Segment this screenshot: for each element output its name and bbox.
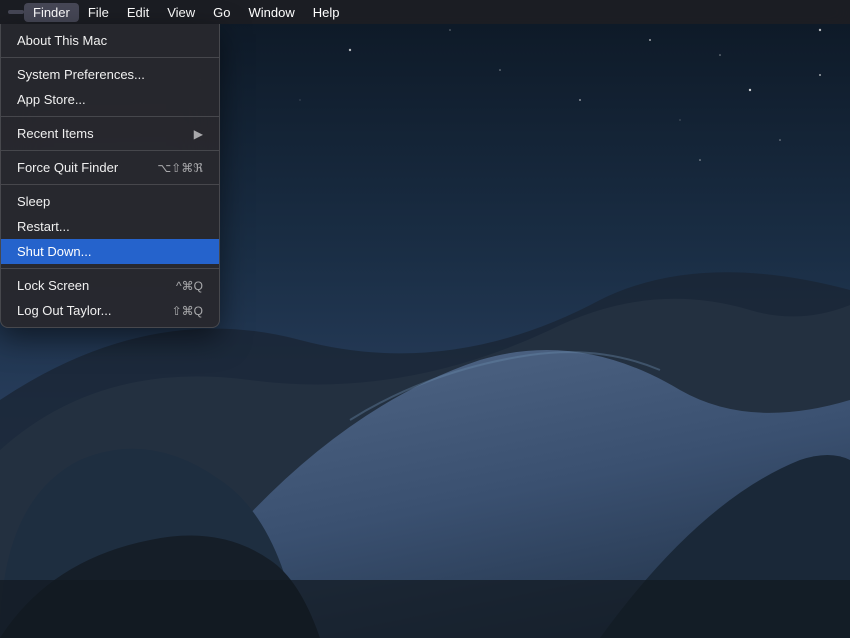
logout-label: Log Out Taylor...	[17, 303, 156, 318]
menubar-finder[interactable]: Finder	[24, 3, 79, 22]
menu-separator-5	[1, 268, 219, 269]
menubar-file[interactable]: File	[79, 3, 118, 22]
menubar: Finder File Edit View Go Window Help	[0, 0, 850, 24]
menu-item-system-prefs[interactable]: System Preferences...	[1, 62, 219, 87]
menubar-left: Finder File Edit View Go Window Help	[8, 3, 349, 22]
menu-item-restart[interactable]: Restart...	[1, 214, 219, 239]
restart-label: Restart...	[17, 219, 203, 234]
menu-separator-4	[1, 184, 219, 185]
window-label: Window	[249, 5, 295, 20]
menu-item-lock-screen[interactable]: Lock Screen ^⌘Q	[1, 273, 219, 298]
menu-separator-3	[1, 150, 219, 151]
lock-screen-shortcut: ^⌘Q	[176, 279, 203, 293]
logout-shortcut: ⇧⌘Q	[172, 304, 203, 318]
menu-separator-2	[1, 116, 219, 117]
menubar-window[interactable]: Window	[240, 3, 304, 22]
force-quit-label: Force Quit Finder	[17, 160, 141, 175]
edit-label: Edit	[127, 5, 149, 20]
about-label: About This Mac	[17, 33, 203, 48]
menu-item-force-quit[interactable]: Force Quit Finder ⌥⇧⌘ℜ	[1, 155, 219, 180]
recent-items-arrow: ▶	[194, 127, 203, 141]
menu-item-sleep[interactable]: Sleep	[1, 189, 219, 214]
force-quit-shortcut: ⌥⇧⌘ℜ	[157, 161, 203, 175]
apple-menu-trigger[interactable]	[8, 10, 24, 14]
menu-item-shutdown[interactable]: Shut Down...	[1, 239, 219, 264]
menu-item-logout[interactable]: Log Out Taylor... ⇧⌘Q	[1, 298, 219, 323]
menubar-view[interactable]: View	[158, 3, 204, 22]
sleep-label: Sleep	[17, 194, 203, 209]
recent-items-label: Recent Items	[17, 126, 194, 141]
apple-dropdown-menu: About This Mac System Preferences... App…	[0, 24, 220, 328]
help-label: Help	[313, 5, 340, 20]
menu-item-app-store[interactable]: App Store...	[1, 87, 219, 112]
menubar-edit[interactable]: Edit	[118, 3, 158, 22]
menu-item-recent-items[interactable]: Recent Items ▶	[1, 121, 219, 146]
app-store-label: App Store...	[17, 92, 203, 107]
menu-separator-1	[1, 57, 219, 58]
menubar-help[interactable]: Help	[304, 3, 349, 22]
menu-item-about[interactable]: About This Mac	[1, 28, 219, 53]
go-label: Go	[213, 5, 230, 20]
view-label: View	[167, 5, 195, 20]
menubar-go[interactable]: Go	[204, 3, 239, 22]
file-label: File	[88, 5, 109, 20]
shutdown-label: Shut Down...	[17, 244, 203, 259]
lock-screen-label: Lock Screen	[17, 278, 160, 293]
finder-label: Finder	[33, 5, 70, 20]
system-prefs-label: System Preferences...	[17, 67, 203, 82]
